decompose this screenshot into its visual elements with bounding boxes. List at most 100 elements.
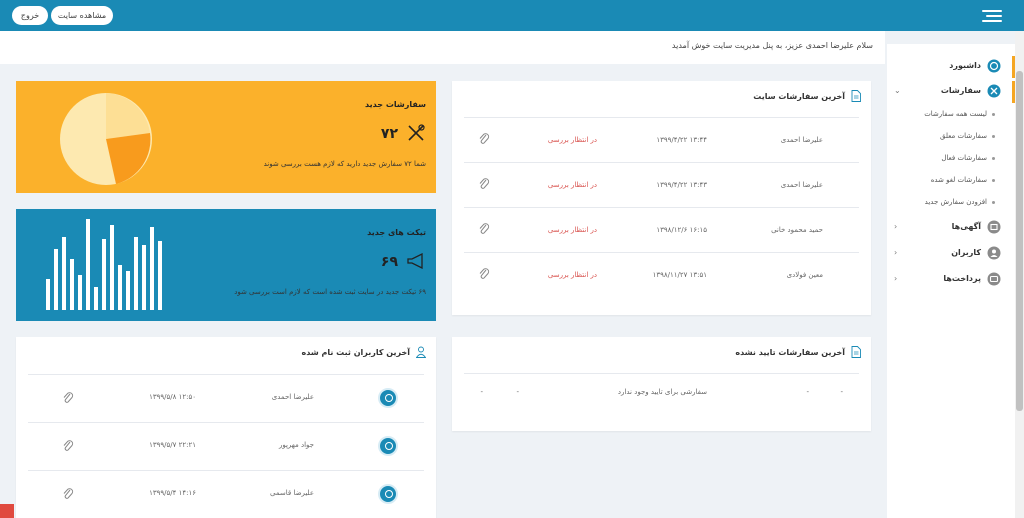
attachment-icon[interactable] [478, 132, 490, 146]
dash: - [840, 388, 843, 396]
document-icon [851, 90, 861, 102]
attachment-icon[interactable] [62, 439, 74, 453]
order-date: ۱۳۹۹/۴/۲۲ ۱۳:۴۳ [656, 181, 707, 189]
welcome-text: سلام علیرضا احمدی عزیز، به پنل مدیریت سا… [671, 41, 873, 50]
card-title: آخرین سفارشات سایت [753, 92, 845, 101]
customer-name: علیرضا احمدی [780, 136, 823, 144]
attachment-icon[interactable] [478, 267, 490, 281]
bullet-icon [992, 113, 995, 116]
stat-value: ۶۹ [380, 254, 398, 270]
sub-item-pending-orders[interactable]: سفارشات معلق [887, 128, 1015, 146]
table-row: جواد مهرپور ۱۳۹۹/۵/۷ ۲۲:۲۱ [28, 422, 424, 470]
card-title: آخرین کاربران ثبت نام شده [301, 348, 410, 357]
attachment-icon[interactable] [478, 177, 490, 191]
customer-name: حمید محمود خانی [771, 226, 823, 234]
table-row: علیرضا احمدی ۱۳۹۹/۴/۲۲ ۱۳:۴۳ در انتظار ب… [464, 162, 859, 207]
chevron-left-icon: ‹ [894, 248, 898, 257]
bar-chart-graphic [46, 219, 162, 310]
bullet-icon [992, 157, 995, 160]
sidebar-item-label: پرداخت‌ها [943, 274, 981, 283]
sidebar-item-users[interactable]: کاربران ‹ [887, 243, 1015, 265]
chevron-left-icon: ‹ [894, 222, 898, 231]
order-status: در انتظار بررسی [547, 226, 597, 234]
sub-item-label: افزودن سفارش جدید [924, 198, 987, 206]
chevron-left-icon: ‹ [894, 274, 898, 283]
order-status: در انتظار بررسی [547, 136, 597, 144]
user-name: علیرضا قاسمی [270, 489, 314, 497]
avatar [378, 484, 398, 504]
tools-icon [987, 84, 1001, 98]
sidebar-item-dashboard[interactable]: داشبورد [887, 56, 1015, 78]
sidebar-item-orders[interactable]: سفارشات ⌄ [887, 81, 1015, 103]
order-status: در انتظار بررسی [547, 181, 597, 189]
sub-item-all-orders[interactable]: لیست همه سفارشات [887, 106, 1015, 124]
customer-name: علیرضا احمدی [780, 181, 823, 189]
app-logo-icon [0, 504, 14, 518]
bullet-icon [992, 201, 995, 204]
avatar [378, 388, 398, 408]
table-row: علیرضا احمدی ۱۳۹۹/۵/۸ ۱۲:۵۰ [28, 374, 424, 422]
register-date: ۱۳۹۹/۵/۸ ۱۲:۵۰ [149, 393, 196, 401]
view-site-button[interactable]: مشاهده سایت [51, 6, 113, 25]
sidebar-item-label: کاربران [951, 248, 981, 257]
dash: - [516, 388, 519, 396]
new-orders-card[interactable]: سفارشات جدید ۷۲ شما ۷۲ سفارش جدید دارید … [16, 81, 436, 193]
sub-item-active-orders[interactable]: سفارشات فعال [887, 150, 1015, 168]
new-tickets-card[interactable]: تیکت های جدید ۶۹ ۶۹ تیکت جدید در سایت ثب… [16, 209, 436, 321]
register-date: ۱۳۹۹/۵/۷ ۲۲:۲۱ [149, 441, 196, 449]
card-title: آخرین سفارشات تایید نشده [735, 348, 845, 357]
order-date: ۱۳۹۸/۱۱/۲۷ ۱۳:۵۱ [652, 271, 707, 279]
attachment-icon[interactable] [62, 391, 74, 405]
avatar [378, 436, 398, 456]
stat-description: شما ۷۲ سفارش جدید دارید که لازم هست بررس… [263, 160, 426, 168]
sidebar-item-label: آگهی‌ها [951, 222, 981, 231]
user-name: علیرضا احمدی [271, 393, 314, 401]
welcome-bar: سلام علیرضا احمدی عزیز، به پنل مدیریت سا… [0, 31, 885, 64]
user-icon [416, 346, 426, 358]
megaphone-icon [407, 253, 423, 269]
logout-button[interactable]: خروج [12, 6, 48, 25]
card-title: سفارشات جدید [365, 100, 426, 109]
ads-icon [987, 220, 1001, 234]
sub-item-add-order[interactable]: افزودن سفارش جدید [887, 194, 1015, 212]
sub-item-label: سفارشات لغو شده [930, 176, 987, 184]
sidebar: داشبورد سفارشات ⌄ لیست همه سفارشات سفارش… [887, 44, 1015, 518]
sidebar-item-label: داشبورد [949, 61, 981, 70]
sub-item-cancelled-orders[interactable]: سفارشات لغو شده [887, 172, 1015, 190]
order-status: در انتظار بررسی [547, 271, 597, 279]
pie-chart-graphic [60, 93, 152, 185]
wallet-icon [987, 272, 1001, 286]
unconfirmed-orders-card: آخرین سفارشات تایید نشده - - سفارشی برای… [452, 337, 871, 431]
scrollbar[interactable] [1015, 31, 1024, 518]
sub-item-label: سفارشات معلق [939, 132, 987, 140]
active-indicator [1012, 81, 1015, 103]
empty-row: - - سفارشی برای تایید وجود ندارد - - [464, 373, 859, 413]
table-row: معین فولادی ۱۳۹۸/۱۱/۲۷ ۱۳:۵۱ در انتظار ب… [464, 252, 859, 297]
chevron-down-icon: ⌄ [894, 86, 901, 95]
dash: - [806, 388, 809, 396]
card-title: تیکت های جدید [367, 228, 426, 237]
customer-name: معین فولادی [786, 271, 823, 279]
stat-description: ۶۹ تیکت جدید در سایت ثبت شده است که لازم… [234, 288, 426, 296]
attachment-icon[interactable] [478, 222, 490, 236]
registered-users-card: آخرین کاربران ثبت نام شده علیرضا احمدی ۱… [16, 337, 436, 518]
bullet-icon [992, 135, 995, 138]
user-icon [987, 246, 1001, 260]
hamburger-icon[interactable] [982, 10, 1002, 22]
top-bar: مشاهده سایت خروج [0, 0, 1024, 31]
dash: - [480, 388, 483, 396]
scroll-thumb[interactable] [1016, 71, 1023, 411]
user-name: جواد مهرپور [278, 441, 314, 449]
dashboard-icon [987, 59, 1001, 73]
attachment-icon[interactable] [62, 487, 74, 501]
document-icon [851, 346, 861, 358]
sidebar-item-payments[interactable]: پرداخت‌ها ‹ [887, 269, 1015, 291]
table-row: علیرضا قاسمی ۱۳۹۹/۵/۴ ۱۴:۱۶ [28, 470, 424, 518]
latest-orders-card: آخرین سفارشات سایت علیرضا احمدی ۱۳۹۹/۴/۲… [452, 81, 871, 315]
register-date: ۱۳۹۹/۵/۴ ۱۴:۱۶ [149, 489, 196, 497]
order-date: ۱۳۹۸/۱۲/۶ ۱۶:۱۵ [656, 226, 707, 234]
stat-value: ۷۲ [380, 126, 398, 142]
sidebar-item-label: سفارشات [940, 86, 981, 95]
table-row: حمید محمود خانی ۱۳۹۸/۱۲/۶ ۱۶:۱۵ در انتظا… [464, 207, 859, 252]
sidebar-item-ads[interactable]: آگهی‌ها ‹ [887, 217, 1015, 239]
